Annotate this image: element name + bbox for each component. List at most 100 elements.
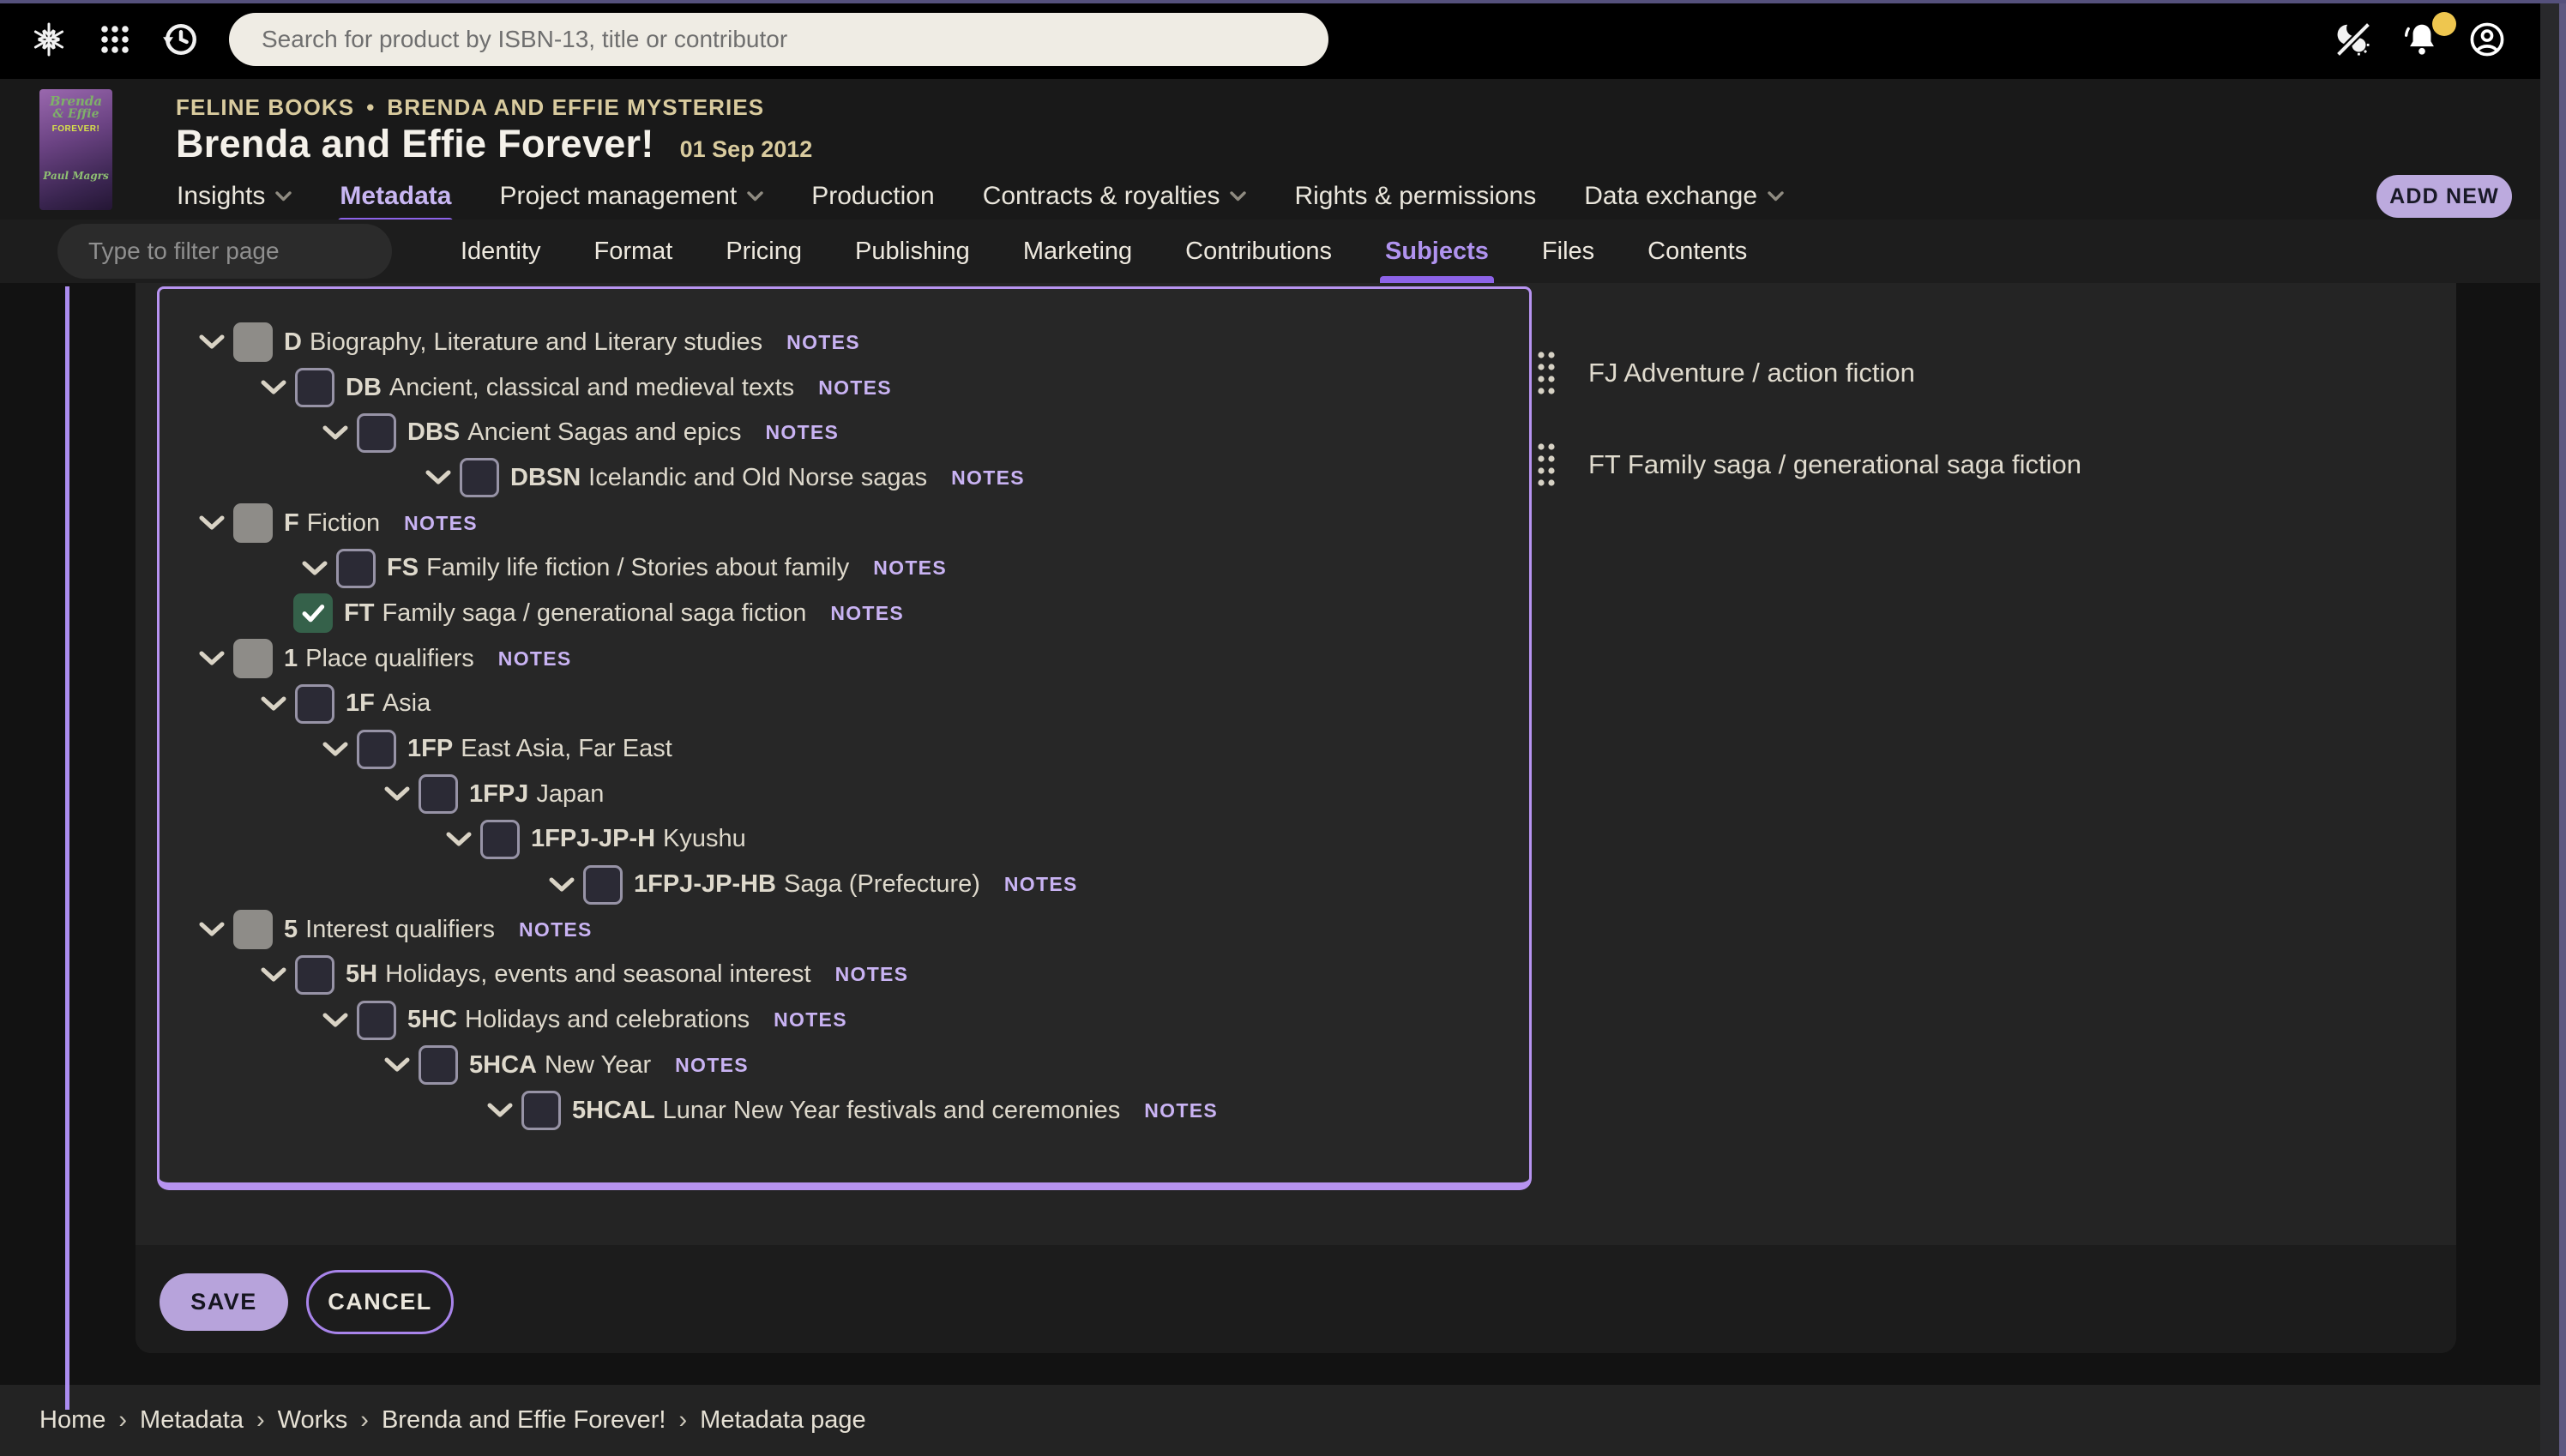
subject-checkbox-1f[interactable]: [295, 684, 334, 724]
nav-item-metadata[interactable]: Metadata: [340, 182, 451, 211]
breadcrumb: Home›Metadata›Works›Brenda and Effie For…: [39, 1385, 866, 1456]
subject-checkbox-d[interactable]: [233, 322, 273, 362]
tab-files[interactable]: Files: [1542, 220, 1594, 283]
add-new-button[interactable]: ADD NEW: [2376, 175, 2512, 218]
cancel-button[interactable]: CANCEL: [306, 1270, 454, 1334]
tab-subjects[interactable]: Subjects: [1385, 220, 1489, 283]
subject-checkbox-1fp[interactable]: [357, 730, 396, 769]
history-icon[interactable]: [162, 21, 200, 58]
tab-marketing[interactable]: Marketing: [1023, 220, 1132, 283]
notes-link[interactable]: NOTES: [835, 963, 909, 986]
chevron-down-icon[interactable]: [485, 1102, 515, 1119]
notes-link[interactable]: NOTES: [873, 557, 947, 580]
subject-checkbox-5hcal[interactable]: [521, 1091, 561, 1130]
subject-checkbox-1fpj-jp-h[interactable]: [480, 820, 520, 859]
notes-link[interactable]: NOTES: [774, 1008, 847, 1032]
save-button[interactable]: SAVE: [160, 1273, 288, 1331]
tab-contents[interactable]: Contents: [1647, 220, 1747, 283]
breadcrumb-item-metadata[interactable]: Metadata: [140, 1406, 244, 1435]
nav-item-production[interactable]: Production: [811, 182, 934, 211]
chevron-down-icon[interactable]: [321, 1012, 350, 1029]
filter-page-input[interactable]: [57, 224, 392, 279]
chevron-down-icon[interactable]: [321, 424, 350, 442]
tab-identity[interactable]: Identity: [461, 220, 541, 283]
account-icon[interactable]: [2468, 21, 2506, 58]
chevron-down-icon[interactable]: [424, 469, 453, 486]
theme-toggle-icon[interactable]: [2334, 21, 2372, 58]
notes-link[interactable]: NOTES: [1004, 873, 1078, 896]
subject-checkbox-f[interactable]: [233, 503, 273, 543]
chevron-down-icon[interactable]: [197, 921, 226, 938]
subject-checkbox-fs[interactable]: [336, 549, 376, 588]
subject-checkbox-1fpj-jp-hb[interactable]: [583, 865, 623, 905]
chevron-down-icon[interactable]: [259, 379, 288, 396]
book-cover-thumbnail[interactable]: Brenda & Effie FOREVER! Paul Magrs: [39, 89, 112, 210]
subject-checkbox-dbs[interactable]: [357, 413, 396, 453]
chevron-down-icon[interactable]: [444, 831, 473, 848]
chevron-down-icon[interactable]: [321, 741, 350, 758]
subject-row-1fpj-jp-hb: 1FPJ-JP-HBSaga (Prefecture)NOTES: [160, 862, 1529, 907]
notes-link[interactable]: NOTES: [404, 512, 478, 535]
chevron-down-icon[interactable]: [382, 1056, 412, 1074]
chevron-down-icon[interactable]: [547, 876, 576, 893]
notes-link[interactable]: NOTES: [519, 918, 593, 942]
tab-pricing[interactable]: Pricing: [726, 220, 802, 283]
chevron-down-icon[interactable]: [259, 695, 288, 713]
notes-link[interactable]: NOTES: [830, 602, 904, 625]
snowflake-icon[interactable]: [30, 21, 68, 58]
chevron-down-icon[interactable]: [197, 514, 226, 532]
subject-checkbox-5hc[interactable]: [357, 1001, 396, 1040]
subject-name: Japan: [536, 780, 604, 808]
notes-link[interactable]: NOTES: [951, 466, 1025, 490]
tab-format[interactable]: Format: [594, 220, 673, 283]
subject-checkbox-1[interactable]: [233, 639, 273, 678]
nav-item-contracts-royalties[interactable]: Contracts & royalties: [983, 182, 1247, 211]
subject-checkbox-1fpj[interactable]: [419, 774, 458, 814]
nav-item-insights[interactable]: Insights: [177, 182, 292, 211]
subject-code: DB: [346, 374, 382, 401]
subject-code: FS: [387, 554, 419, 581]
chevron-down-icon[interactable]: [197, 334, 226, 351]
chevron-down-icon[interactable]: [197, 650, 226, 667]
chevron-down-icon[interactable]: [259, 966, 288, 984]
left-accent-line: [65, 286, 69, 1410]
subject-checkbox-ft[interactable]: [293, 593, 333, 633]
notes-link[interactable]: NOTES: [498, 647, 572, 671]
subject-checkbox-5[interactable]: [233, 910, 273, 949]
chevron-down-icon: [747, 191, 763, 202]
apps-grid-icon[interactable]: [96, 21, 134, 58]
search-input[interactable]: [229, 13, 1328, 66]
tab-publishing[interactable]: Publishing: [855, 220, 970, 283]
notes-link[interactable]: NOTES: [818, 376, 892, 400]
subject-checkbox-db[interactable]: [295, 368, 334, 407]
nav-item-label: Insights: [177, 182, 265, 211]
subject-code: 5: [284, 916, 298, 943]
notes-link[interactable]: NOTES: [675, 1054, 749, 1077]
selected-subject-row-fj[interactable]: FJ Adventure / action fiction: [1535, 342, 1915, 404]
chevron-down-icon[interactable]: [300, 560, 329, 577]
subject-checkbox-5hca[interactable]: [419, 1045, 458, 1085]
nav-item-rights-permissions[interactable]: Rights & permissions: [1294, 182, 1536, 211]
subject-code: FT: [344, 599, 374, 627]
drag-handle-icon[interactable]: [1535, 440, 1557, 490]
notes-link[interactable]: NOTES: [786, 331, 860, 354]
nav-item-project-management[interactable]: Project management: [499, 182, 763, 211]
chevron-down-icon[interactable]: [382, 785, 412, 803]
breadcrumb-item-brenda-and-effie-forever-[interactable]: Brenda and Effie Forever!: [382, 1406, 666, 1435]
imprint-name[interactable]: FELINE BOOKS: [176, 94, 354, 121]
notes-link[interactable]: NOTES: [1144, 1099, 1218, 1122]
breadcrumb-item-home[interactable]: Home: [39, 1406, 105, 1435]
selected-subject-row-ft[interactable]: FT Family saga / generational saga ficti…: [1535, 434, 2081, 496]
drag-handle-icon[interactable]: [1535, 348, 1557, 398]
subject-checkbox-dbsn[interactable]: [460, 458, 499, 497]
breadcrumb-item-works[interactable]: Works: [278, 1406, 348, 1435]
notes-link[interactable]: NOTES: [765, 421, 839, 444]
topbar: [0, 0, 2566, 79]
nav-item-data-exchange[interactable]: Data exchange: [1584, 182, 1784, 211]
scrollbar-thumb[interactable]: [2559, 0, 2566, 1456]
tab-contributions[interactable]: Contributions: [1185, 220, 1332, 283]
metadata-subnav: Identity Format Pricing Publishing Marketing…: [0, 220, 2566, 283]
subject-name: Place qualifiers: [305, 645, 474, 672]
subject-checkbox-5h[interactable]: [295, 955, 334, 995]
series-name[interactable]: BRENDA AND EFFIE MYSTERIES: [387, 94, 764, 121]
